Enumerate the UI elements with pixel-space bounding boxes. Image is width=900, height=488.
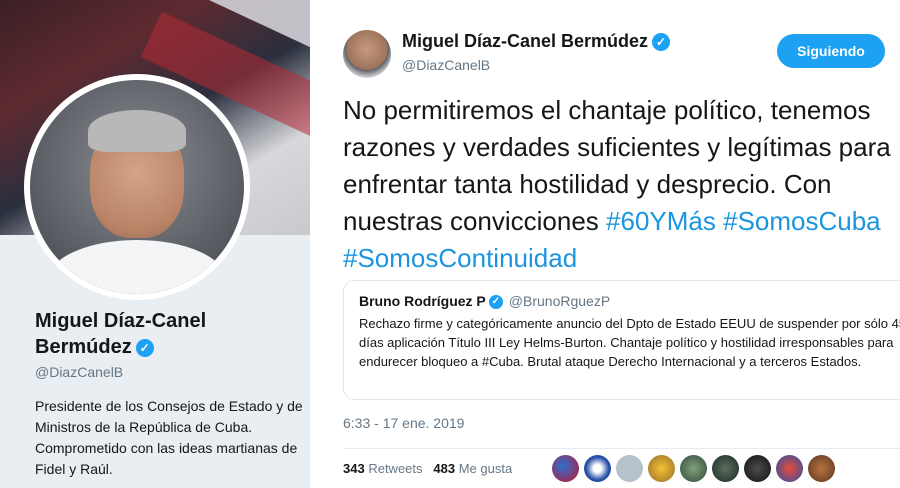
profile-bio: Presidente de los Consejos de Estado y d… <box>35 398 303 477</box>
likes-label[interactable]: Me gusta <box>459 461 512 476</box>
retweets-count[interactable]: 343 <box>343 461 365 476</box>
liker-avatar[interactable] <box>616 455 643 482</box>
profile-avatar[interactable] <box>30 80 244 294</box>
quoted-author-handle[interactable]: @BrunoRguezP <box>509 293 610 309</box>
liker-avatar[interactable] <box>744 455 771 482</box>
liker-avatar[interactable] <box>808 455 835 482</box>
likes-stat[interactable]: 483 Me gusta <box>433 461 512 476</box>
verified-badge-icon: ✓ <box>488 295 503 310</box>
tweet-text: No permitiremos el chantaje político, te… <box>343 92 893 277</box>
quoted-text: Rechazo firme y categóricamente anuncio … <box>359 316 900 369</box>
liker-avatar[interactable] <box>584 455 611 482</box>
liker-avatar[interactable] <box>712 455 739 482</box>
tweet-timestamp[interactable]: 6:33 - 17 ene. 2019 <box>343 415 464 431</box>
profile-handle[interactable]: @DiazCanelB <box>35 364 123 380</box>
retweets-label[interactable]: Retweets <box>368 461 422 476</box>
verified-badge-icon: ✓ <box>652 33 671 52</box>
liker-avatar[interactable] <box>552 455 579 482</box>
retweets-stat[interactable]: 343 Retweets <box>343 461 423 476</box>
quoted-author-name[interactable]: Bruno Rodríguez P <box>359 293 486 309</box>
following-button[interactable]: Siguiendo <box>777 34 885 68</box>
divider <box>343 448 900 449</box>
profile-name[interactable]: Miguel Díaz-Canel Bermúdez ✓ <box>35 308 295 360</box>
profile-name-text[interactable]: Miguel Díaz-Canel Bermúdez <box>35 310 206 358</box>
tweet-stats: 343 Retweets 483 Me gusta <box>343 461 512 476</box>
tweet-author-avatar[interactable] <box>343 30 391 78</box>
tweet-author-name[interactable]: Miguel Díaz-Canel Bermúdez ✓ <box>402 31 671 52</box>
quoted-author[interactable]: Bruno Rodríguez P ✓ @BrunoRguezP <box>359 293 610 310</box>
likers-avatars <box>552 455 835 483</box>
liker-avatar[interactable] <box>680 455 707 482</box>
liker-avatar[interactable] <box>648 455 675 482</box>
profile-sidebar: Miguel Díaz-Canel Bermúdez ✓ @DiazCanelB … <box>0 0 310 488</box>
quoted-tweet[interactable]: Bruno Rodríguez P ✓ @BrunoRguezP Rechazo f… <box>343 280 900 400</box>
verified-badge-icon: ✓ <box>135 338 154 357</box>
liker-avatar[interactable] <box>776 455 803 482</box>
tweet-author-name-text[interactable]: Miguel Díaz-Canel Bermúdez <box>402 31 648 51</box>
likes-count[interactable]: 483 <box>433 461 455 476</box>
tweet-author-handle[interactable]: @DiazCanelB <box>402 57 490 73</box>
